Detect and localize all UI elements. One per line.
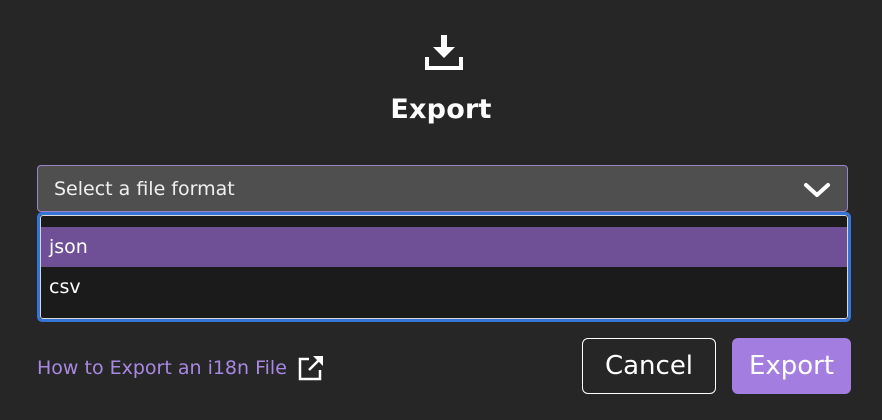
cancel-button[interactable]: Cancel [582,338,716,394]
export-button[interactable]: Export [732,338,851,394]
select-value: Select a file format [54,178,235,200]
format-dropdown-list: json csv [37,212,851,322]
option-csv[interactable]: csv [41,267,847,307]
export-dialog: Export Select a file format json csv How… [0,0,882,420]
dialog-title: Export [390,94,492,125]
download-icon [425,35,463,70]
dropdown-inner: json csv [40,215,848,319]
help-link-label: How to Export an i18n File [37,357,287,379]
external-link-icon [298,356,323,381]
option-json[interactable]: json [41,227,847,267]
chevron-down-icon [804,183,830,197]
file-format-select[interactable]: Select a file format [37,165,848,212]
help-link[interactable]: How to Export an i18n File [37,354,325,382]
